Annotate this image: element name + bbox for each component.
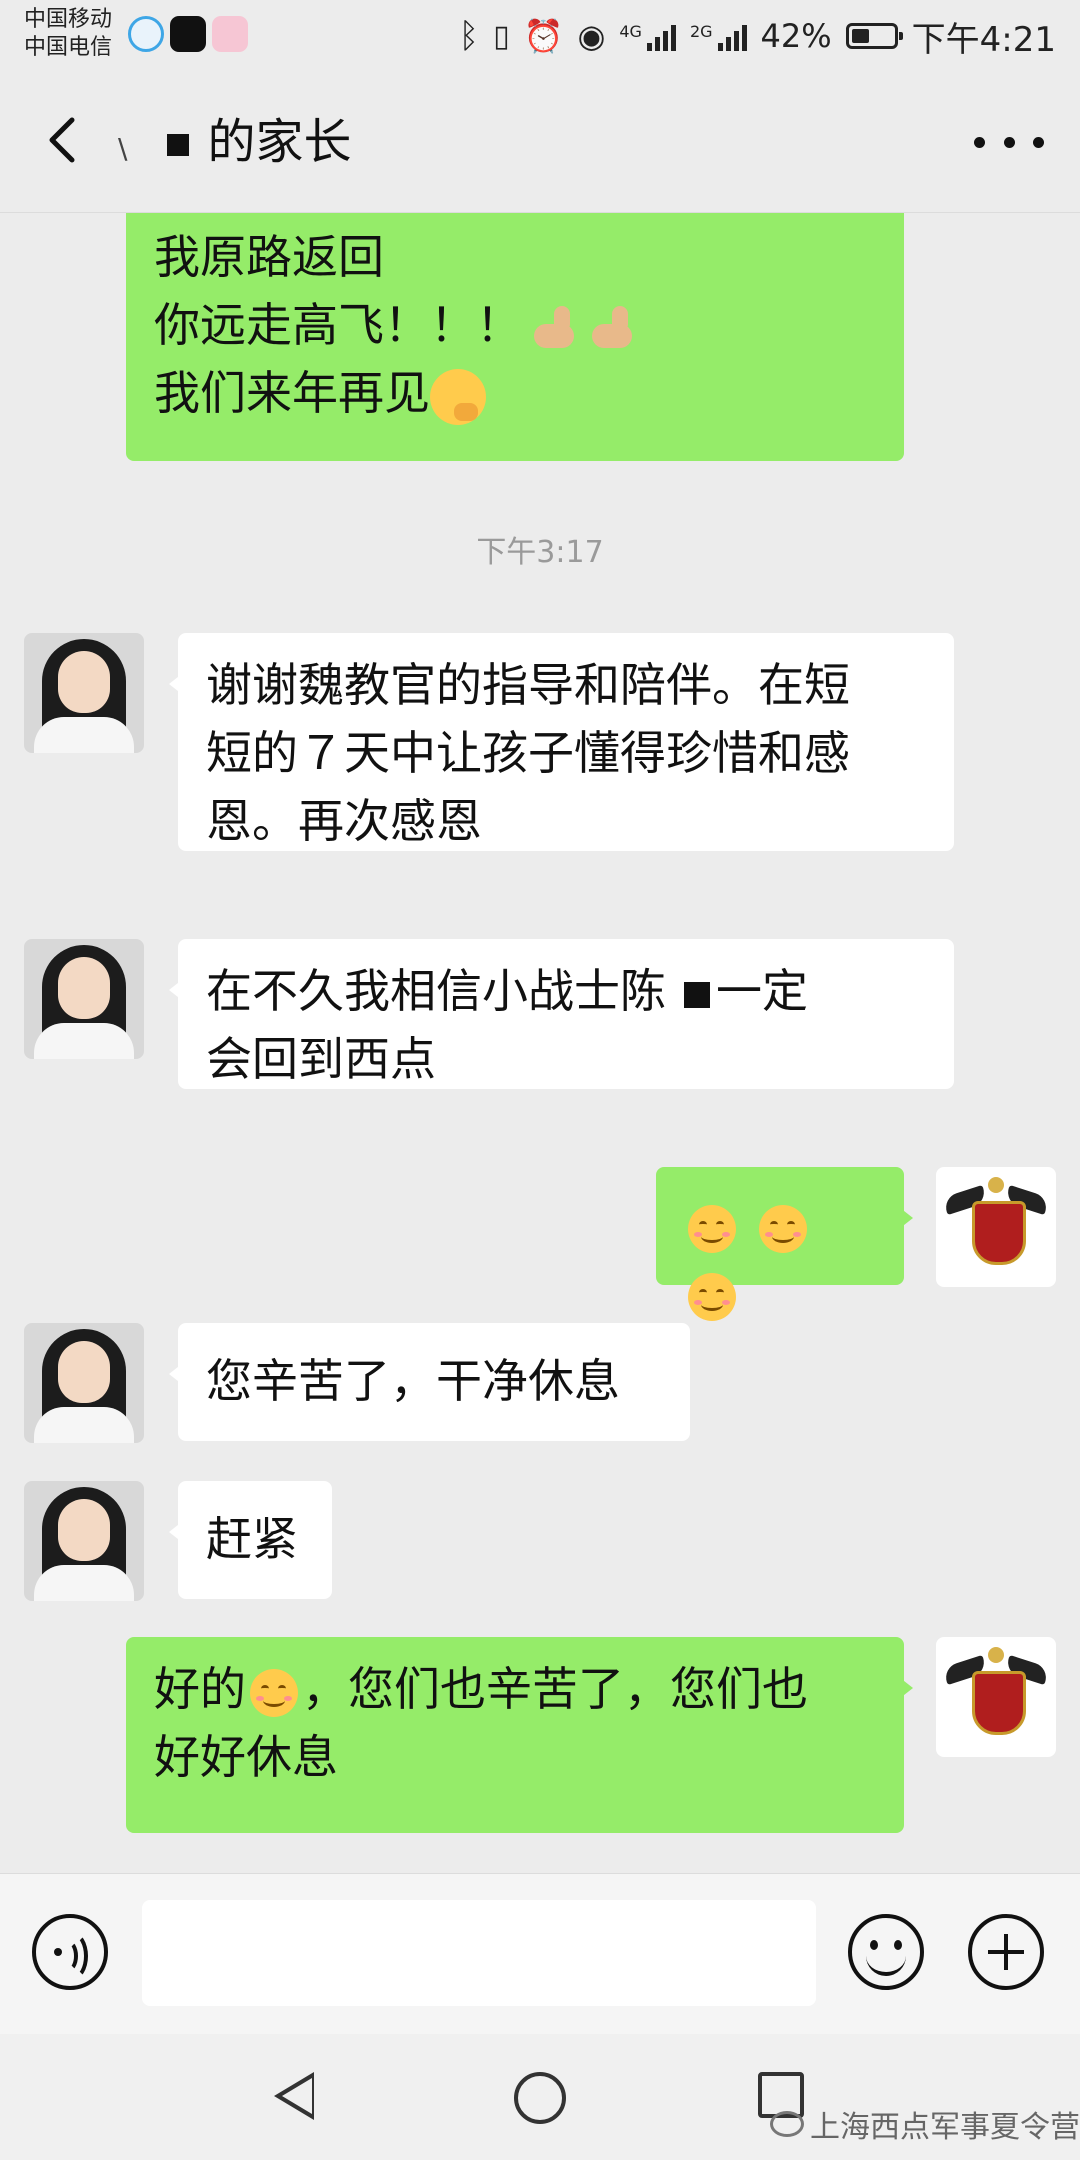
message-text: 我们来年再见 <box>154 359 876 427</box>
douyin-icon <box>170 16 206 52</box>
message-received-5[interactable]: 您辛苦了，干净休息 <box>169 1323 690 1441</box>
flexed-biceps-emoji <box>588 304 638 354</box>
signal-1-icon: 4G <box>619 21 676 51</box>
smile-emoji <box>688 1272 736 1321</box>
app-notification-icon <box>128 16 164 52</box>
message-sent-4[interactable] <box>656 1167 913 1321</box>
title-prefix: \ <box>118 132 128 165</box>
status-bar: 中国移动 中国电信 ᛒ ▯ ⏰ ◉ 4G 2G 42% 下午4:21 <box>0 0 1080 72</box>
more-icon[interactable] <box>974 122 1044 162</box>
signal-2-icon: 2G <box>690 21 747 51</box>
message-text: 赶紧 <box>206 1512 298 1566</box>
nav-home-icon[interactable] <box>514 2072 566 2124</box>
watermark: 上海西点军事夏令营 <box>770 2102 1080 2146</box>
smile-emoji <box>688 1204 736 1253</box>
avatar-self[interactable] <box>936 1637 1056 1757</box>
redaction-mark <box>684 981 710 1008</box>
message-input[interactable] <box>142 1900 816 2006</box>
input-bar <box>0 1873 1080 2034</box>
message-sent-1[interactable]: 我原路返回 你远走高飞！！！ 我们来年再见 <box>126 213 904 461</box>
message-text: 好的 ，您们也辛苦了，您们也 <box>154 1662 808 1717</box>
emoji-icon[interactable] <box>848 1914 924 1990</box>
message-text: 在不久我相信小战士陈 一定 <box>206 964 808 1018</box>
message-text: 我原路返回 <box>154 230 384 284</box>
vibrate-icon: ▯ <box>493 18 510 54</box>
message-received-3[interactable]: 在不久我相信小战士陈 一定 会回到西点 <box>169 939 954 1089</box>
carrier-info: 中国移动 中国电信 <box>24 6 112 62</box>
plus-icon[interactable] <box>968 1914 1044 1990</box>
message-text: 您辛苦了，干净休息 <box>206 1354 620 1408</box>
message-text: 你远走高飞！！！ <box>154 291 876 359</box>
smile-emoji <box>250 1668 298 1717</box>
flexed-biceps-emoji <box>530 304 580 354</box>
watermark-text: 上海西点军事夏令营 <box>810 2110 1080 2145</box>
chat-header: \ 的家长 <box>0 72 1080 213</box>
chat-title: \ 的家长 <box>118 110 351 181</box>
carrier-1: 中国移动 <box>24 7 113 32</box>
message-text: 好好休息 <box>154 1730 338 1784</box>
alarm-icon: ⏰ <box>523 17 564 55</box>
bluetooth-icon: ᛒ <box>458 16 480 56</box>
battery-icon <box>845 23 903 49</box>
message-received-2[interactable]: 谢谢魏教官的指导和陪伴。在短 短的７天中让孩子懂得珍惜和感 恩。再次感恩 <box>169 633 954 851</box>
status-icons: ᛒ ▯ ⏰ ◉ 4G 2G 42% 下午4:21 <box>459 12 1056 60</box>
message-sent-7[interactable]: 好的 ，您们也辛苦了，您们也 好好休息 <box>126 1637 913 1833</box>
redaction-mark <box>167 134 190 156</box>
back-arrow-icon[interactable] <box>36 110 96 170</box>
battery-percent: 42% <box>760 17 832 55</box>
message-received-6[interactable]: 赶紧 <box>169 1481 332 1599</box>
avatar-self[interactable] <box>936 1167 1056 1287</box>
thinking-emoji <box>430 368 486 425</box>
message-text: 短的７天中让孩子懂得珍惜和感 <box>206 726 850 780</box>
nav-back-icon[interactable] <box>274 2072 314 2120</box>
voice-icon[interactable] <box>32 1914 108 1990</box>
message-text: 恩。再次感恩 <box>206 794 482 848</box>
avatar-parent[interactable] <box>24 939 144 1059</box>
carrier-2: 中国电信 <box>24 35 113 60</box>
clock: 下午4:21 <box>911 19 1056 60</box>
eye-icon: ◉ <box>577 17 606 55</box>
message-timestamp: 下午3:17 <box>476 535 604 570</box>
avatar-parent[interactable] <box>24 1481 144 1601</box>
message-text: 谢谢魏教官的指导和陪伴。在短 <box>206 658 850 712</box>
smile-emoji <box>758 1204 807 1253</box>
chat-area[interactable]: 我原路返回 你远走高飞！！！ 我们来年再见 下午3:17 谢谢魏教官的指导和陪伴… <box>0 213 1080 1873</box>
avatar-parent[interactable] <box>24 1323 144 1443</box>
wechat-official-icon <box>770 2111 804 2137</box>
system-nav-bar: 上海西点军事夏令营 <box>0 2034 1080 2160</box>
app-pink-icon <box>212 16 248 52</box>
avatar-parent[interactable] <box>24 633 144 753</box>
title-suffix: 的家长 <box>207 114 352 170</box>
message-text: 会回到西点 <box>206 1032 436 1086</box>
